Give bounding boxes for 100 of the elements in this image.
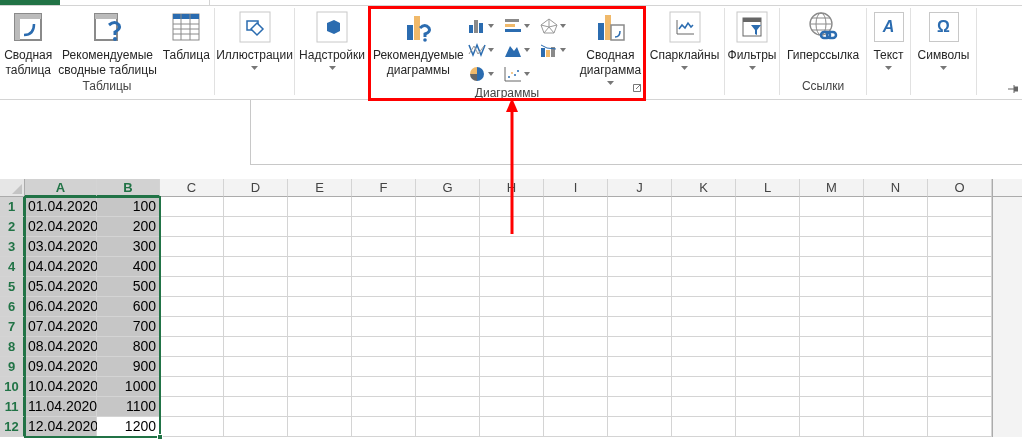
empty-cell: [544, 377, 608, 397]
column-header[interactable]: O: [928, 179, 992, 197]
empty-cell: [480, 397, 544, 417]
row-header[interactable]: 10: [0, 377, 25, 397]
ribbon-button[interactable]: Ω Символы: [915, 10, 972, 79]
column-header[interactable]: J: [608, 179, 672, 197]
caret-icon: [487, 72, 494, 76]
ribbon-button[interactable]: Фильтры: [725, 10, 779, 79]
ribbon-button[interactable]: Иллюстрации: [214, 10, 295, 79]
empty-cell: [480, 357, 544, 377]
caret-icon: [885, 66, 892, 70]
empty-cell: [544, 417, 608, 437]
group-label: Таблицы: [82, 79, 132, 93]
row-header[interactable]: 9: [0, 357, 25, 377]
column-header[interactable]: B: [97, 179, 160, 197]
caret-icon: [523, 24, 530, 28]
ribbon-button[interactable]: Сводная таблица: [2, 10, 55, 79]
caret-icon: [251, 66, 258, 70]
empty-cell: [288, 377, 352, 397]
empty-cell: [672, 337, 736, 357]
empty-cell: [800, 297, 864, 317]
empty-cell: [608, 397, 672, 417]
ribbon-button[interactable]: Таблица: [160, 10, 212, 79]
ribbon-button[interactable]: Спарклайны: [647, 10, 722, 79]
row-header[interactable]: 8: [0, 337, 25, 357]
row-header[interactable]: 6: [0, 297, 25, 317]
empty-cell: [864, 237, 928, 257]
empty-cell: [544, 317, 608, 337]
table-cell: 09.04.2020: [25, 357, 97, 377]
column-header[interactable]: I: [544, 179, 608, 197]
row-header[interactable]: 5: [0, 277, 25, 297]
ribbon-button[interactable]: Сводная диаграмма: [577, 10, 644, 86]
empty-cell: [352, 337, 416, 357]
column-header[interactable]: G: [416, 179, 480, 197]
combo-chart-icon: [539, 42, 558, 58]
row-header[interactable]: 11: [0, 397, 25, 417]
table-cell: 600: [97, 297, 160, 317]
ribbon-button[interactable]: Надстройки: [297, 10, 367, 79]
empty-cell: [288, 357, 352, 377]
pin-icon[interactable]: [1008, 85, 1018, 93]
column-header[interactable]: L: [736, 179, 800, 197]
ribbon-button[interactable]: Рекомендуемые сводные таблицы: [56, 10, 159, 79]
empty-cell: [224, 237, 288, 257]
empty-cell: [480, 197, 544, 217]
row-header[interactable]: 4: [0, 257, 25, 277]
row-header[interactable]: 3: [0, 237, 25, 257]
empty-cell: [288, 197, 352, 217]
ribbon-button[interactable]: Рекомендуемые диаграммы: [370, 10, 466, 86]
empty-cell: [864, 297, 928, 317]
row-header[interactable]: 7: [0, 317, 25, 337]
caret-icon: [523, 48, 530, 52]
empty-cell: [544, 217, 608, 237]
empty-cell: [480, 257, 544, 277]
empty-cell: [672, 217, 736, 237]
column-header[interactable]: K: [672, 179, 736, 197]
group-label: Диаграммы: [474, 86, 540, 100]
row-header[interactable]: 2: [0, 217, 25, 237]
empty-cell: [608, 417, 672, 437]
empty-cell: [416, 337, 480, 357]
empty-cell: [224, 317, 288, 337]
table-cell: 700: [97, 317, 160, 337]
row-header[interactable]: 12: [0, 417, 25, 437]
empty-cell: [736, 377, 800, 397]
column-header[interactable]: D: [224, 179, 288, 197]
empty-cell: [480, 317, 544, 337]
empty-cell: [800, 277, 864, 297]
empty-cell: [736, 337, 800, 357]
ribbon-button[interactable]: A Текст: [869, 10, 908, 79]
empty-cell: [544, 237, 608, 257]
empty-cell: [288, 257, 352, 277]
ribbon-button[interactable]: Гиперссылка: [784, 10, 862, 79]
fill-handle[interactable]: [157, 434, 163, 439]
column-header[interactable]: E: [288, 179, 352, 197]
empty-cell: [352, 237, 416, 257]
table-cell: 200: [97, 217, 160, 237]
dialog-launcher-icon[interactable]: [633, 84, 641, 92]
column-header[interactable]: M: [800, 179, 864, 197]
empty-cell: [608, 217, 672, 237]
empty-cell: [608, 197, 672, 217]
empty-cell: [736, 397, 800, 417]
empty-cell: [864, 357, 928, 377]
empty-cell: [352, 277, 416, 297]
empty-cell: [416, 397, 480, 417]
empty-cell: [864, 217, 928, 237]
table-cell: 12.04.2020: [25, 417, 97, 437]
empty-cell: [800, 417, 864, 437]
empty-cell: [416, 297, 480, 317]
empty-cell: [736, 297, 800, 317]
row-header[interactable]: 1: [0, 197, 25, 217]
column-header[interactable]: C: [160, 179, 224, 197]
empty-cell: [736, 197, 800, 217]
empty-cell: [672, 197, 736, 217]
table-cell: 05.04.2020: [25, 277, 97, 297]
column-header[interactable]: N: [864, 179, 928, 197]
column-header[interactable]: A: [25, 179, 97, 197]
scatter-chart-icon: [503, 66, 522, 82]
empty-cell: [672, 257, 736, 277]
pie-chart-icon: [467, 66, 486, 82]
column-header[interactable]: F: [352, 179, 416, 197]
empty-cell: [672, 297, 736, 317]
